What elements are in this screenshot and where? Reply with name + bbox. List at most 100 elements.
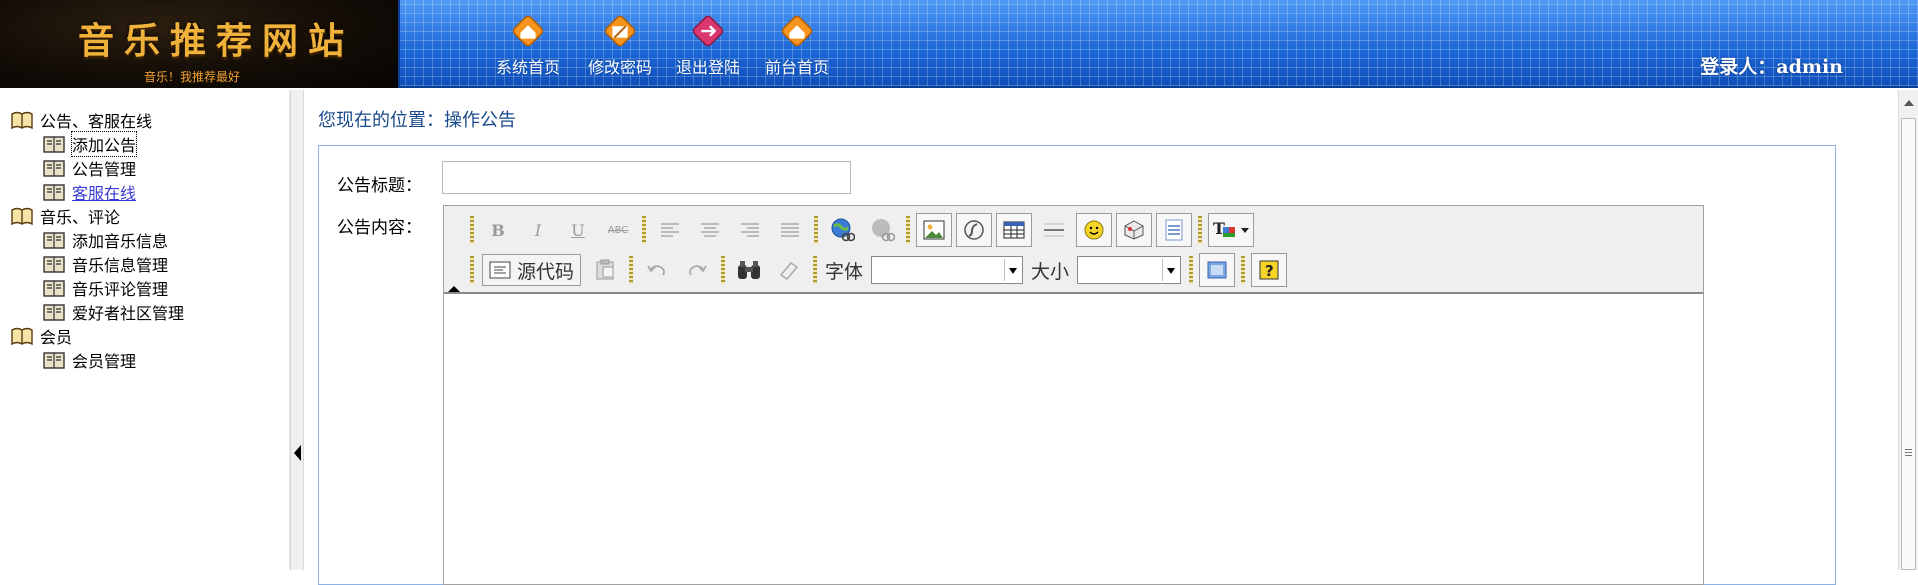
sidebar-collapse-bar[interactable] [290, 90, 304, 570]
undo-icon [647, 265, 665, 276]
font-select[interactable] [871, 256, 1024, 284]
tree-item-add-announcement[interactable]: 添加公告 [42, 131, 138, 157]
site-title: 音乐推荐网站 [78, 20, 355, 62]
logout-icon [692, 15, 724, 47]
book-open-icon [11, 207, 33, 226]
align-left-icon [661, 223, 679, 237]
tree-item-comment-management[interactable]: 音乐评论管理 [42, 276, 168, 300]
align-right-icon [741, 223, 759, 237]
toolbar-separator [1198, 216, 1202, 244]
bold-button[interactable]: B [480, 213, 516, 247]
toolbar-separator [642, 216, 646, 244]
tree-item-label: 音乐信息管理 [72, 256, 169, 275]
nav-change-password[interactable]: 修改密码 [580, 12, 660, 82]
justify-button[interactable] [772, 213, 808, 247]
nav-front-home[interactable]: 前台首页 [757, 12, 837, 82]
svg-text:?: ? [1265, 262, 1274, 280]
collapse-left-icon[interactable] [294, 445, 301, 461]
align-center-button[interactable] [692, 213, 728, 247]
grip-icon [1905, 449, 1912, 457]
nav-label: 退出登陆 [675, 58, 740, 77]
redo-button[interactable] [679, 253, 715, 287]
toolbar-collapse-icon[interactable] [448, 286, 460, 292]
scroll-up-icon[interactable] [1904, 100, 1914, 106]
globe-link-icon [831, 218, 855, 242]
tree-group-label: 音乐、评论 [40, 208, 121, 227]
tree-item-member-management[interactable]: 会员管理 [42, 348, 136, 372]
title-label: 公告标题： [337, 176, 422, 196]
table-icon [1003, 221, 1025, 239]
horizontal-rule-button[interactable] [1036, 213, 1072, 247]
insert-special-char-button[interactable] [1116, 213, 1152, 247]
editor-toolbar: B I U ABC T 源代码 字体 大小 ? [444, 206, 1703, 294]
paste-icon [596, 259, 614, 280]
tree-item-announcement-management[interactable]: 公告管理 [42, 156, 136, 180]
toolbar-separator [629, 256, 634, 284]
justify-icon [781, 223, 799, 237]
login-user: 登录人：admin [1700, 56, 1843, 78]
nav-label: 前台首页 [764, 58, 829, 77]
insert-flash-button[interactable] [956, 213, 992, 247]
unlink-icon [872, 219, 895, 242]
site-subtitle: 音乐！我推荐最好 [144, 70, 241, 84]
help-button[interactable]: ? [1251, 253, 1288, 287]
breadcrumb: 您现在的位置：操作公告 [318, 110, 516, 131]
book-icon [43, 160, 65, 177]
align-left-button[interactable] [652, 213, 688, 247]
page-break-icon [1165, 219, 1183, 241]
source-code-button[interactable]: 源代码 [482, 254, 582, 286]
tree-group-label: 公告、客服在线 [40, 112, 153, 131]
toolbar-separator [470, 216, 474, 244]
nav-logout[interactable]: 退出登陆 [668, 12, 748, 82]
redo-icon [689, 265, 707, 276]
align-right-button[interactable] [732, 213, 768, 247]
insert-link-button[interactable] [824, 213, 860, 247]
tree-item-community-management[interactable]: 爱好者社区管理 [42, 300, 184, 324]
top-banner: 音乐推荐网站 音乐！我推荐最好 系统首页 修改密码 退出登陆 前台首页 登录人：… [0, 0, 1918, 88]
tree-item-customer-service[interactable]: 客服在线 [42, 180, 136, 204]
nav-system-home[interactable]: 系统首页 [488, 12, 568, 82]
insert-image-button[interactable] [916, 213, 952, 247]
book-icon [43, 184, 65, 201]
text-style-dropdown[interactable]: T [1208, 213, 1254, 247]
edit-icon [604, 15, 636, 47]
sidebar-tree: 公告、客服在线 添加公告 公告管理 客服在线 音乐、评论 添加音乐信息 音乐信息… [0, 90, 290, 570]
tree-group-music[interactable]: 音乐、评论 [10, 204, 120, 228]
tree-group-label: 会员 [40, 328, 73, 347]
align-center-icon [701, 223, 719, 237]
smiley-icon [1084, 220, 1104, 240]
page-break-button[interactable] [1156, 213, 1192, 247]
rich-text-editor: B I U ABC T 源代码 字体 大小 ? [443, 205, 1704, 585]
tree-item-label: 添加公告 [70, 131, 138, 157]
editor-content-area[interactable] [444, 296, 1703, 584]
scrollbar-thumb[interactable] [1901, 118, 1916, 570]
undo-button[interactable] [639, 253, 675, 287]
paste-button[interactable] [587, 253, 623, 287]
tree-item-add-music[interactable]: 添加音乐信息 [42, 228, 168, 252]
tree-group-members[interactable]: 会员 [10, 324, 72, 348]
toolbar-separator [1189, 256, 1194, 284]
nav-label: 修改密码 [587, 58, 652, 77]
insert-emoticon-button[interactable] [1076, 213, 1112, 247]
book-icon [43, 280, 65, 297]
insert-table-button[interactable] [996, 213, 1032, 247]
tree-group-announcements[interactable]: 公告、客服在线 [10, 108, 152, 132]
eraser-icon [779, 262, 799, 280]
unlink-button[interactable] [864, 213, 900, 247]
book-icon [43, 352, 65, 369]
strikethrough-button[interactable]: ABC [600, 213, 636, 247]
find-button[interactable] [731, 253, 767, 287]
size-select[interactable] [1077, 256, 1182, 284]
remove-format-button[interactable] [771, 253, 807, 287]
announcement-title-input[interactable] [442, 161, 851, 194]
content-label: 公告内容： [337, 218, 422, 238]
binoculars-icon [738, 261, 761, 279]
vertical-scrollbar[interactable] [1898, 90, 1918, 570]
underline-button[interactable]: U [560, 213, 596, 247]
book-icon [43, 304, 65, 321]
italic-button[interactable]: I [520, 213, 556, 247]
tree-item-music-management[interactable]: 音乐信息管理 [42, 252, 168, 276]
maximize-button[interactable] [1199, 253, 1236, 287]
text-color-icon: T [1213, 219, 1249, 238]
tree-item-label: 客服在线 [72, 184, 137, 203]
